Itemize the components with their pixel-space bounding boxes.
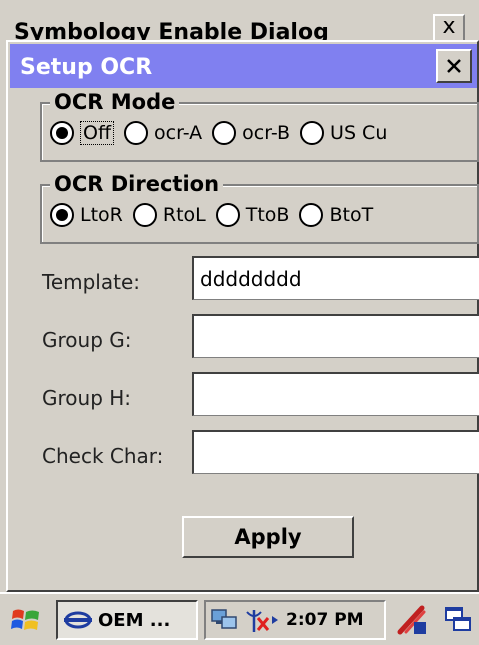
wireless-off-icon[interactable] xyxy=(244,606,280,634)
radio-rtol-label: RtoL xyxy=(162,204,206,226)
radio-off-circle xyxy=(50,121,74,145)
background-close-label: x xyxy=(442,14,456,39)
check-char-input[interactable] xyxy=(192,430,479,474)
radio-ttob-label: TtoB xyxy=(245,204,290,226)
radio-rtol-circle xyxy=(132,203,157,227)
network-icon[interactable] xyxy=(210,607,240,633)
radio-us-cu[interactable]: US Cu xyxy=(300,121,387,145)
oem-app-icon xyxy=(64,611,92,629)
radio-ocr-a[interactable]: ocr-A xyxy=(124,121,202,145)
radio-ocr-b[interactable]: ocr-B xyxy=(212,121,290,145)
radio-ocr-a-circle xyxy=(124,121,149,145)
start-button[interactable] xyxy=(6,602,46,638)
apply-button[interactable]: Apply xyxy=(182,516,354,558)
radio-us-cu-circle xyxy=(300,121,325,145)
windows-logo-icon xyxy=(11,609,39,630)
taskbar-task-label: OEM ... xyxy=(98,609,171,631)
group-g-input[interactable] xyxy=(192,314,479,358)
group-g-label: Group G: xyxy=(42,328,132,352)
radio-btot-label: BtoT xyxy=(329,204,374,226)
dialog-title: Setup OCR xyxy=(20,55,153,80)
radio-ltor-circle xyxy=(50,203,74,227)
radio-rtol[interactable]: RtoL xyxy=(132,203,206,227)
dialog-titlebar: Setup OCR xyxy=(10,44,477,88)
ocr-direction-group: OCR Direction LtoR RtoL TtoB BtoT xyxy=(40,172,479,244)
group-h-label: Group H: xyxy=(42,386,132,410)
radio-ttob-circle xyxy=(215,203,240,227)
radio-ocr-a-label: ocr-A xyxy=(154,122,203,144)
ocr-mode-options: Off ocr-A ocr-B US Cu xyxy=(50,118,397,148)
radio-ltor[interactable]: LtoR xyxy=(50,203,123,227)
taskbar-task-oem[interactable]: OEM ... xyxy=(56,600,198,640)
check-char-label: Check Char: xyxy=(42,444,164,468)
taskbar: OEM ... 2:07 PM xyxy=(0,592,479,645)
setup-ocr-dialog: Setup OCR OCR Mode Off ocr-A ocr-B US Cu… xyxy=(6,40,479,592)
radio-off-label: Off xyxy=(80,121,115,145)
background-close-button[interactable]: x xyxy=(433,14,465,40)
radio-us-cu-label: US Cu xyxy=(330,122,388,144)
template-label: Template: xyxy=(42,270,140,294)
ocr-mode-group: OCR Mode Off ocr-A ocr-B US Cu xyxy=(40,90,479,162)
ocr-direction-options: LtoR RtoL TtoB BtoT xyxy=(50,200,383,230)
radio-ttob[interactable]: TtoB xyxy=(215,203,290,227)
close-button[interactable] xyxy=(436,49,472,83)
radio-off[interactable]: Off xyxy=(50,121,115,145)
radio-btot-circle xyxy=(299,203,324,227)
group-h-input[interactable] xyxy=(192,372,479,416)
ocr-mode-title: OCR Mode xyxy=(50,90,180,114)
radio-ocr-b-label: ocr-B xyxy=(242,122,291,144)
clock[interactable]: 2:07 PM xyxy=(286,610,364,630)
radio-ltor-label: LtoR xyxy=(80,204,123,226)
template-input[interactable] xyxy=(192,256,479,300)
input-panel-icon[interactable] xyxy=(394,602,430,638)
background-window-titlebar: Symbology Enable Dialog x xyxy=(6,6,473,42)
ocr-direction-title: OCR Direction xyxy=(50,172,224,196)
radio-ocr-b-circle xyxy=(212,121,237,145)
radio-btot[interactable]: BtoT xyxy=(299,203,373,227)
show-desktop-icon[interactable] xyxy=(440,602,476,638)
close-icon xyxy=(447,59,461,73)
background-window-title: Symbology Enable Dialog xyxy=(14,20,329,42)
apply-button-label: Apply xyxy=(234,525,302,549)
system-tray: 2:07 PM xyxy=(204,600,386,640)
